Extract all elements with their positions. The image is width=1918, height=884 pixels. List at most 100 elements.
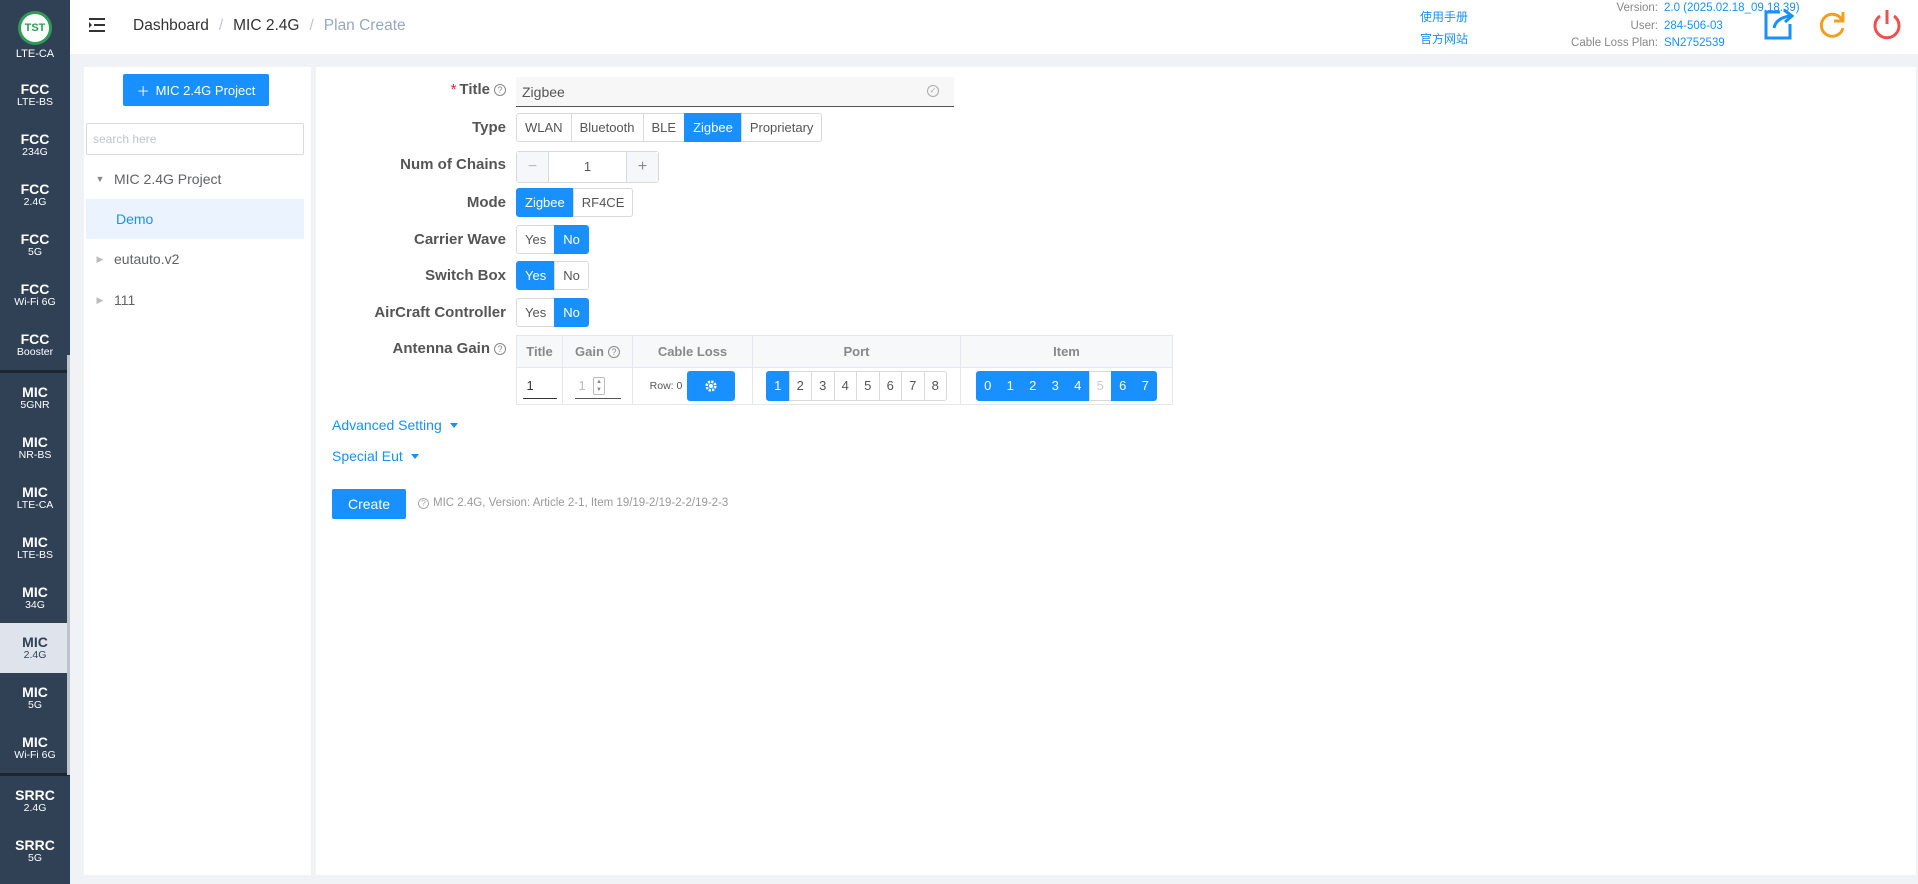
app-logo[interactable]: TST LTE-CA: [0, 0, 70, 70]
aircraft-option-yes[interactable]: Yes: [516, 298, 556, 327]
sidebar-item-subtitle: 2.4G: [23, 801, 47, 814]
item-chip-1[interactable]: 1: [998, 371, 1022, 401]
type-option-ble[interactable]: BLE: [642, 113, 686, 142]
special-eut-toggle[interactable]: Special Eut: [332, 448, 419, 464]
cable-loss-settings-button[interactable]: [687, 371, 736, 401]
port-chip-2[interactable]: 2: [788, 371, 812, 401]
sidebar-item-title: MIC: [22, 484, 48, 501]
sidebar-item-mic-2-4g[interactable]: MIC 2.4G: [0, 623, 70, 673]
tree-search-input[interactable]: [86, 123, 304, 155]
sidebar-item-srrc-5g[interactable]: SRRC 5G: [0, 826, 70, 876]
version-key: Version:: [1616, 2, 1658, 14]
header-gain: Gain?: [563, 336, 633, 367]
sidebar-item-fcc-234g[interactable]: FCC 234G: [0, 120, 70, 170]
sidebar-item-subtitle: 234G: [22, 145, 48, 158]
sidebar-item-fcc-2-4g[interactable]: FCC 2.4G: [0, 170, 70, 220]
tree-node-eutauto[interactable]: ▶ eutauto.v2: [86, 239, 304, 279]
switch-box-option-yes[interactable]: Yes: [516, 261, 556, 290]
advanced-setting-toggle[interactable]: Advanced Setting: [332, 417, 458, 433]
sidebar-item-subtitle: Wi-Fi 6G: [14, 748, 56, 761]
tree-node-root[interactable]: ▼ MIC 2.4G Project: [86, 159, 304, 199]
power-icon[interactable]: [1869, 6, 1905, 42]
port-chip-8[interactable]: 8: [923, 371, 947, 401]
decrement-minus-icon[interactable]: −: [517, 152, 549, 182]
refresh-icon[interactable]: [1814, 6, 1850, 42]
carrier-wave-label: Carrier Wave: [414, 231, 506, 248]
expanded-caret-icon[interactable]: ▼: [86, 174, 114, 184]
type-option-proprietary[interactable]: Proprietary: [740, 113, 823, 142]
breadcrumb-dashboard[interactable]: Dashboard: [133, 17, 209, 35]
caret-down-icon: [410, 453, 419, 459]
question-icon[interactable]: ?: [607, 345, 620, 358]
header-meta: Version: 2.0 (2025.02.18_09.18.39) User: 2…: [1480, 0, 1800, 53]
sidebar-item-srrc-2-4g[interactable]: SRRC 2.4G: [0, 776, 70, 826]
increment-plus-icon[interactable]: +: [626, 152, 658, 182]
item-cell: 01234567: [961, 368, 1172, 404]
question-icon[interactable]: ?: [494, 84, 506, 97]
sidebar-item-title: SRRC: [15, 837, 55, 854]
carrier-wave-option-yes[interactable]: Yes: [516, 225, 556, 254]
user-manual-link[interactable]: 使用手册: [1420, 6, 1468, 28]
official-site-link[interactable]: 官方网站: [1420, 28, 1468, 50]
sidebar-item-fcc-booster[interactable]: FCC Booster: [0, 320, 70, 370]
sidebar-item-mic-lte-ca[interactable]: MIC LTE-CA: [0, 473, 70, 523]
chains-value[interactable]: 1: [549, 152, 626, 182]
item-chip-6[interactable]: 6: [1111, 371, 1135, 401]
type-option-wlan[interactable]: WLAN: [516, 113, 572, 142]
hamburger-menu-icon[interactable]: [88, 16, 106, 34]
tree-node-111[interactable]: ▶ 111: [86, 280, 304, 320]
switch-box-segmented: Yes No: [516, 261, 589, 290]
sidebar-item-fcc-5g[interactable]: FCC 5G: [0, 220, 70, 270]
aircraft-option-no[interactable]: No: [554, 298, 589, 327]
item-chip-5[interactable]: 5: [1088, 371, 1112, 401]
new-project-button[interactable]: ＋ MIC 2.4G Project: [123, 74, 269, 106]
sidebar-item-mic-34g[interactable]: MIC 34G: [0, 573, 70, 623]
mode-option-zigbee[interactable]: Zigbee: [516, 188, 574, 217]
sidebar-item-mic-5g[interactable]: MIC 5G: [0, 673, 70, 723]
sidebar-item-subtitle: 5G: [27, 851, 42, 864]
item-chip-4[interactable]: 4: [1066, 371, 1090, 401]
port-chip-6[interactable]: 6: [878, 371, 902, 401]
sidebar-item-subtitle: LTE-CA: [16, 498, 54, 511]
sidebar-item-title: FCC: [20, 331, 50, 348]
spinner-arrows-icon[interactable]: ▲ ▼: [593, 377, 605, 395]
sidebar-item-fcc-wi-fi-6g[interactable]: FCC Wi-Fi 6G: [0, 270, 70, 320]
sidebar-item-title: MIC: [22, 734, 48, 751]
port-chip-5[interactable]: 5: [856, 371, 880, 401]
sidebar-scrollbar[interactable]: [67, 355, 70, 775]
sidebar-item-mic-5gnr[interactable]: MIC 5GNR: [0, 373, 70, 423]
port-chip-4[interactable]: 4: [833, 371, 857, 401]
item-chip-7[interactable]: 7: [1133, 371, 1157, 401]
question-icon[interactable]: ?: [494, 343, 506, 356]
carrier-wave-option-no[interactable]: No: [554, 225, 589, 254]
mode-option-rf4ce[interactable]: RF4CE: [572, 188, 634, 217]
table-row: 1 1 ▲ ▼ Row: 0 12345678 01234567: [517, 368, 1172, 404]
collapsed-caret-icon[interactable]: ▶: [86, 254, 114, 265]
sidebar-item-subtitle: LTE-BS: [17, 548, 53, 561]
title-input[interactable]: [516, 77, 954, 107]
clear-check-icon[interactable]: ✓: [927, 85, 939, 97]
port-chip-7[interactable]: 7: [901, 371, 925, 401]
sidebar-item-mic-lte-bs[interactable]: MIC LTE-BS: [0, 523, 70, 573]
tree-node-demo[interactable]: Demo: [86, 199, 304, 239]
type-option-bluetooth[interactable]: Bluetooth: [570, 113, 644, 142]
item-chip-2[interactable]: 2: [1021, 371, 1045, 401]
chains-stepper[interactable]: − 1 +: [516, 151, 659, 183]
sidebar-item-mic-nr-bs[interactable]: MIC NR-BS: [0, 423, 70, 473]
breadcrumb-mic-24g[interactable]: MIC 2.4G: [233, 17, 299, 35]
project-tree-panel: ＋ MIC 2.4G Project ▼ MIC 2.4G Project De…: [84, 67, 311, 875]
item-chip-3[interactable]: 3: [1043, 371, 1067, 401]
sidebar-item-fcc-lte-bs[interactable]: FCC LTE-BS: [0, 70, 70, 120]
create-button[interactable]: Create: [332, 489, 406, 519]
sidebar-item-mic-wi-fi-6g[interactable]: MIC Wi-Fi 6G: [0, 723, 70, 773]
cable-loss-plan-value[interactable]: SN2752539: [1664, 35, 1725, 53]
item-chip-0[interactable]: 0: [976, 371, 1000, 401]
port-chip-1[interactable]: 1: [766, 371, 790, 401]
export-icon[interactable]: [1760, 6, 1796, 42]
type-option-zigbee[interactable]: Zigbee: [684, 113, 742, 142]
switch-box-option-no[interactable]: No: [554, 261, 589, 290]
collapsed-caret-icon[interactable]: ▶: [86, 295, 114, 306]
port-chip-3[interactable]: 3: [811, 371, 835, 401]
breadcrumb-current: Plan Create: [323, 17, 406, 34]
antenna-title-input[interactable]: 1: [522, 373, 557, 399]
